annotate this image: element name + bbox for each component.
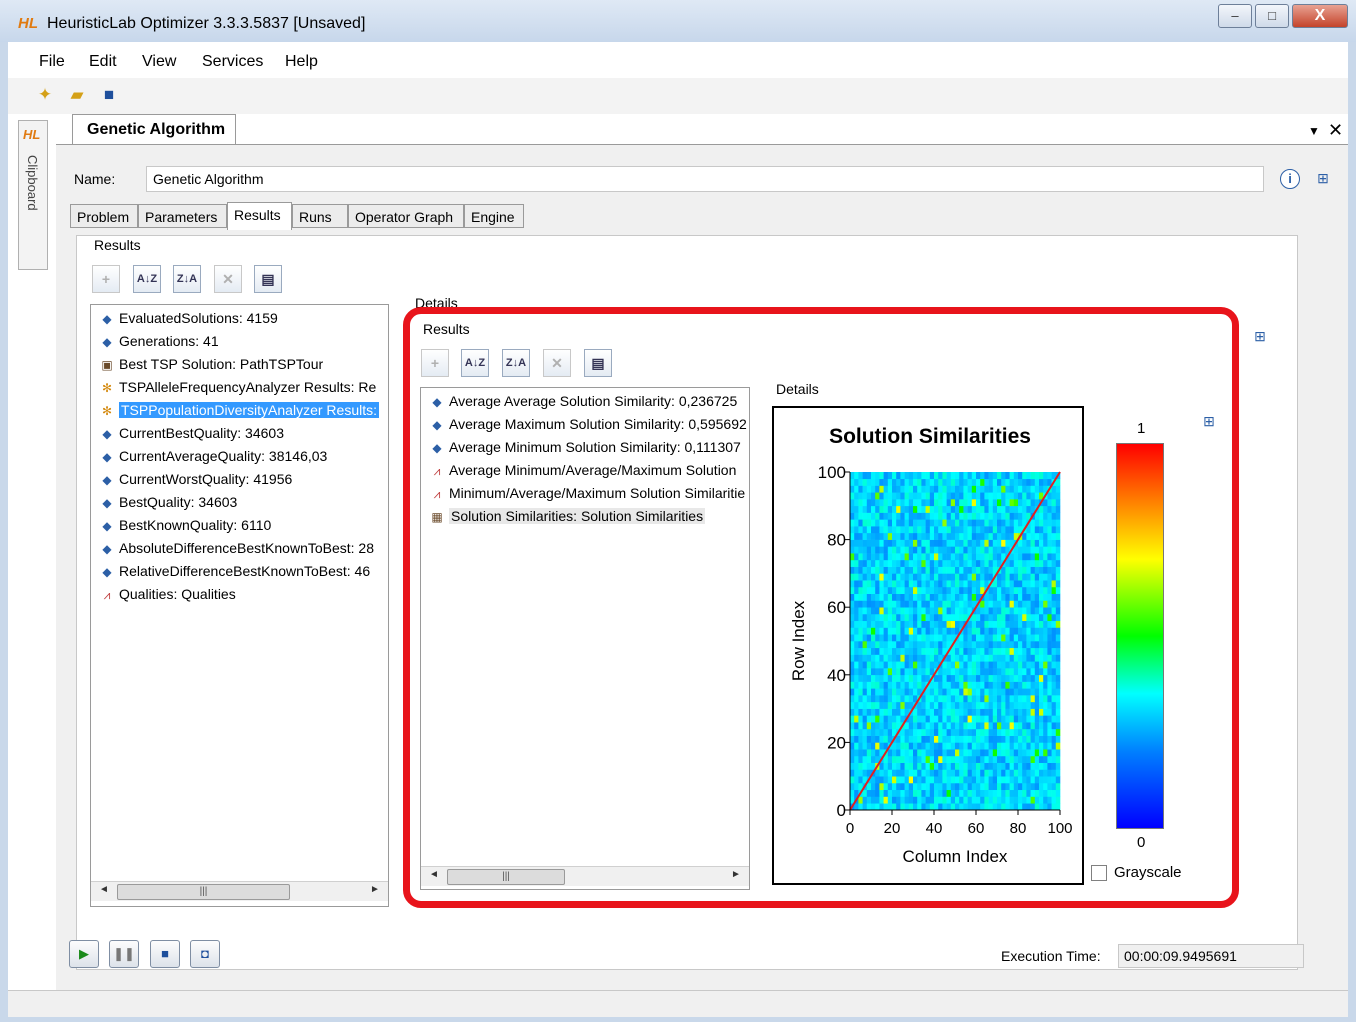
result-item-label: EvaluatedSolutions: 4159	[119, 310, 278, 326]
diamond-icon: ◆	[102, 312, 112, 326]
highlight-box	[403, 307, 1239, 908]
scroll-thumb[interactable]: |||	[117, 884, 290, 900]
result-item-label: BestQuality: 34603	[119, 494, 238, 510]
diamond-icon: ◆	[102, 565, 112, 579]
execution-time-value: 00:00:09.9495691	[1118, 944, 1304, 968]
stop-button[interactable]: ■	[150, 940, 180, 968]
result-item-label: BestKnownQuality: 6110	[119, 517, 272, 533]
diamond-icon: ◆	[102, 450, 112, 464]
result-item[interactable]: ⩘ Qualities: Qualities	[99, 583, 236, 605]
new-file-icon[interactable]: ✦	[34, 84, 56, 106]
diamond-icon: ◆	[102, 473, 112, 487]
tab-runs[interactable]: Runs	[292, 204, 348, 228]
result-item[interactable]: ◆ RelativeDifferenceBestKnownToBest: 46	[99, 560, 370, 582]
menu-services[interactable]: Services	[202, 53, 263, 71]
diamond-icon: ◆	[102, 542, 112, 556]
name-input[interactable]: Genetic Algorithm	[146, 166, 1264, 192]
results-group-title: Results	[91, 237, 144, 253]
diamond-icon: ◆	[102, 496, 112, 510]
result-item-label: CurrentBestQuality: 34603	[119, 425, 284, 441]
chart-icon: ⩘	[103, 588, 111, 602]
result-item[interactable]: ◆ EvaluatedSolutions: 4159	[99, 307, 278, 329]
document-tab[interactable]: Genetic Algorithm	[72, 114, 236, 144]
result-item-label: Qualities: Qualities	[119, 586, 236, 602]
result-item-label: Best TSP Solution: PathTSPTour	[119, 356, 324, 372]
clipboard-sidebar[interactable]: HL Clipboard	[18, 120, 48, 270]
results-list-hscroll[interactable]: ◄ ||| ►	[91, 881, 388, 901]
pin-icon[interactable]: ⊞	[1249, 325, 1271, 347]
result-item[interactable]: ◆ CurrentBestQuality: 34603	[99, 422, 284, 444]
tab-parameters[interactable]: Parameters	[138, 204, 227, 228]
remove-button[interactable]: ✕	[214, 265, 242, 293]
result-item-label: TSPAlleleFrequencyAnalyzer Results: Re	[119, 379, 377, 395]
result-item-label: CurrentAverageQuality: 38146,03	[119, 448, 328, 464]
name-label: Name:	[74, 171, 116, 187]
add-button[interactable]: +	[92, 265, 120, 293]
result-item[interactable]: ▣ Best TSP Solution: PathTSPTour	[99, 353, 323, 375]
result-item-label: RelativeDifferenceBestKnownToBest: 46	[119, 563, 371, 579]
toolbar: ✦ ▰ ■	[8, 78, 1348, 114]
execution-time-label: Execution Time:	[1001, 948, 1101, 964]
menu-help[interactable]: Help	[285, 53, 318, 71]
tab-operator-graph[interactable]: Operator Graph	[348, 204, 464, 228]
close-icon[interactable]: ✕	[1328, 120, 1343, 141]
tab-problem[interactable]: Problem	[70, 204, 138, 228]
tab-results[interactable]: Results	[227, 202, 292, 230]
menu-bar: File Edit View Services Help	[8, 42, 1348, 78]
reset-button[interactable]: ◘	[190, 940, 220, 968]
result-item[interactable]: ✻ TSPAlleleFrequencyAnalyzer Results: Re	[99, 376, 376, 398]
save-icon[interactable]: ■	[98, 84, 120, 106]
document-tab-label: Genetic Algorithm	[87, 121, 226, 138]
window-title: HeuristicLab Optimizer 3.3.3.5837 [Unsav…	[47, 15, 366, 32]
gears-icon: ✻	[101, 404, 113, 418]
app-window: HL HeuristicLab Optimizer 3.3.3.5837 [Un…	[0, 0, 1356, 1022]
result-item[interactable]: ◆ CurrentAverageQuality: 38146,03	[99, 445, 327, 467]
tab-engine[interactable]: Engine	[464, 204, 524, 228]
info-icon[interactable]: i	[1280, 169, 1300, 189]
pin-icon[interactable]: ⊞	[1312, 167, 1334, 189]
start-button[interactable]: ▶	[69, 940, 99, 968]
show-details-button[interactable]: ▤	[254, 265, 282, 293]
minimize-button[interactable]: –	[1218, 4, 1252, 28]
open-folder-icon[interactable]: ▰	[66, 84, 88, 106]
menu-edit[interactable]: Edit	[89, 53, 117, 71]
clipboard-label[interactable]: Clipboard	[25, 155, 40, 211]
gears-icon: ✻	[101, 381, 113, 395]
status-bar	[8, 990, 1348, 1017]
results-list[interactable]: ◆ EvaluatedSolutions: 4159 ◆ Generations: 4…	[90, 304, 389, 907]
sort-ascending-button[interactable]: A↓Z	[133, 265, 161, 293]
result-item-label: CurrentWorstQuality: 41956	[119, 471, 293, 487]
sort-descending-button[interactable]: Z↓A	[173, 265, 201, 293]
image-icon: ▣	[101, 358, 113, 372]
menu-view[interactable]: View	[142, 53, 176, 71]
result-item[interactable]: ◆ CurrentWorstQuality: 41956	[99, 468, 292, 490]
pause-button[interactable]: ❚❚	[109, 940, 139, 968]
result-item-label: AbsoluteDifferenceBestKnownToBest: 28	[119, 540, 375, 556]
result-item[interactable]: ◆ AbsoluteDifferenceBestKnownToBest: 28	[99, 537, 374, 559]
result-item[interactable]: ◆ BestQuality: 34603	[99, 491, 237, 513]
diamond-icon: ◆	[102, 427, 112, 441]
close-window-button[interactable]: X	[1292, 4, 1348, 28]
result-item-label: TSPPopulationDiversityAnalyzer Results:	[119, 402, 379, 418]
title-bar: HL HeuristicLab Optimizer 3.3.3.5837 [Un…	[0, 0, 1356, 42]
sidebar-logo: HL	[23, 127, 41, 142]
maximize-button[interactable]: □	[1255, 4, 1289, 28]
result-item[interactable]: ◆ BestKnownQuality: 6110	[99, 514, 271, 536]
diamond-icon: ◆	[102, 519, 112, 533]
diamond-icon: ◆	[102, 335, 112, 349]
menu-file[interactable]: File	[39, 53, 65, 71]
result-item[interactable]: ✻ TSPPopulationDiversityAnalyzer Results:	[99, 399, 379, 421]
result-item[interactable]: ◆ Generations: 41	[99, 330, 219, 352]
result-item-label: Generations: 41	[119, 333, 219, 349]
app-logo: HL	[18, 15, 38, 32]
dropdown-icon[interactable]: ▼	[1308, 124, 1320, 138]
